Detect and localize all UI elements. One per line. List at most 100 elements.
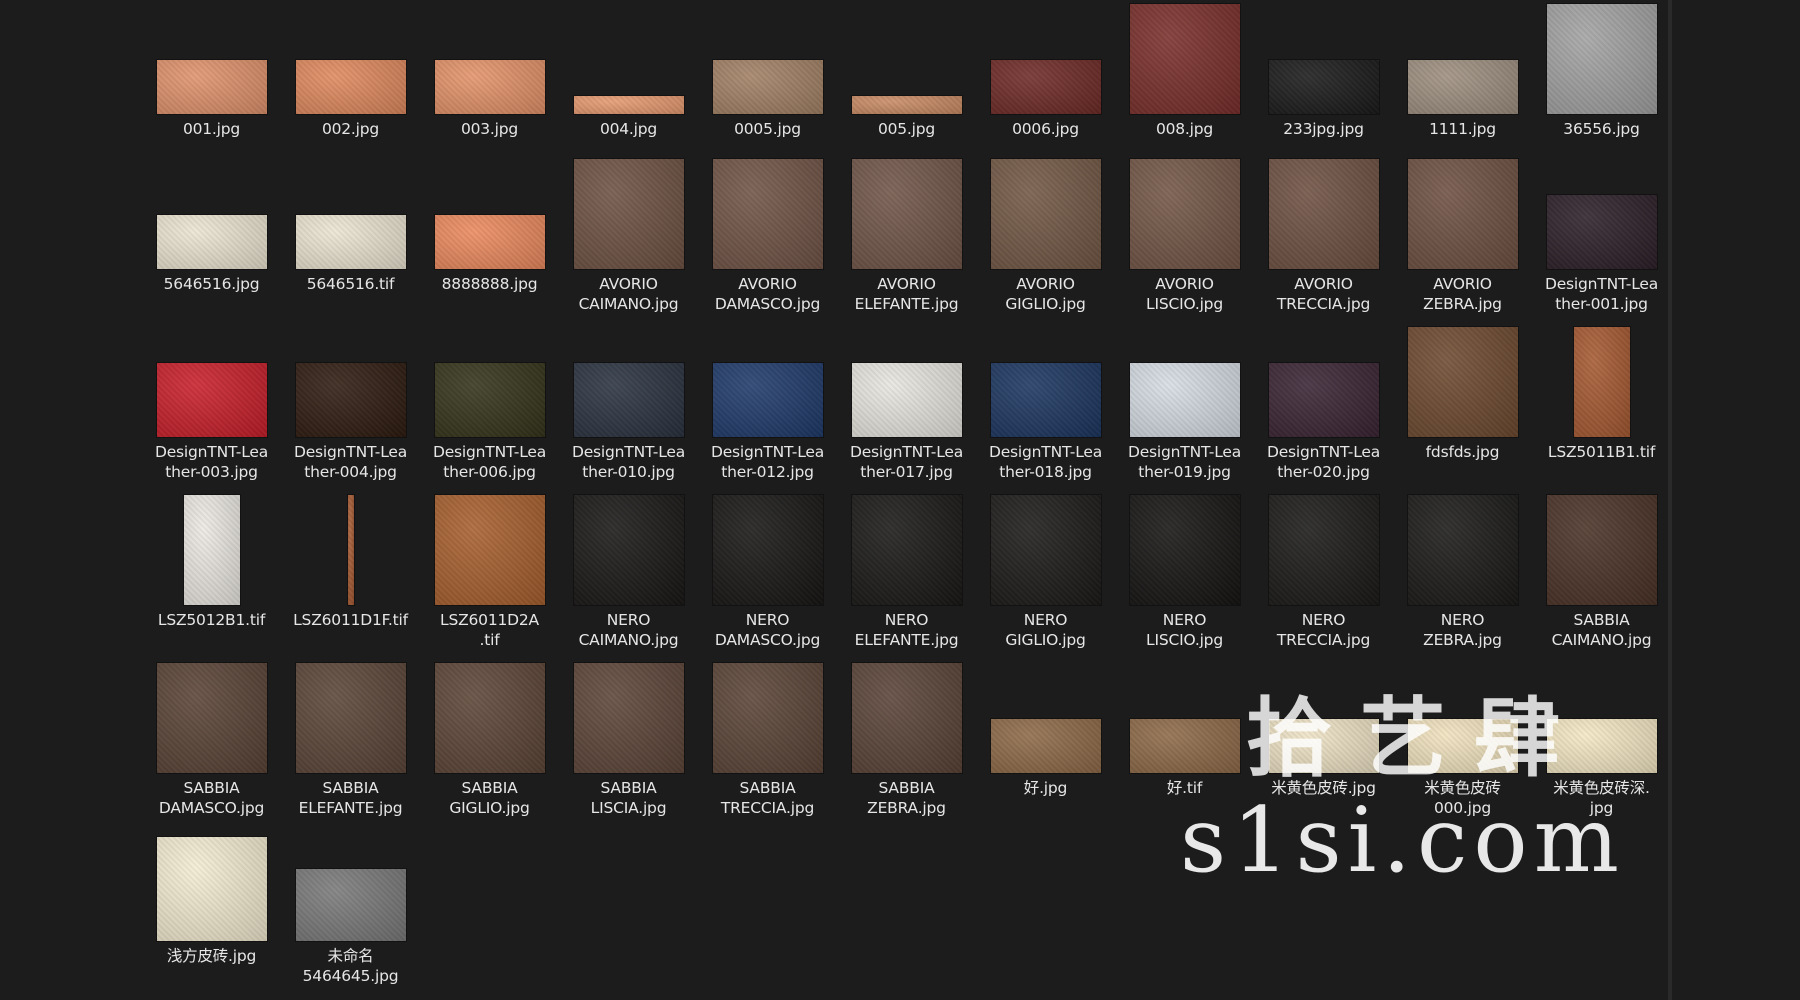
file-thumbnail (851, 495, 962, 605)
file-item[interactable]: 未命名 5464645.jpg (281, 827, 420, 986)
file-item[interactable]: DesignTNT-Lea ther-006.jpg (420, 323, 559, 482)
thumbnail-frame (420, 155, 559, 269)
file-item[interactable]: NERO TRECCIA.jpg (1254, 491, 1393, 650)
thumbnail-frame (1115, 155, 1254, 269)
thumbnail-frame (281, 659, 420, 773)
thumbnail-frame (1254, 659, 1393, 773)
file-item[interactable]: SABBIA ELEFANTE.jpg (281, 659, 420, 818)
thumbnail-frame (1115, 659, 1254, 773)
file-name-label: AVORIO ELEFANTE.jpg (854, 275, 959, 313)
file-name-label: 0005.jpg (734, 120, 801, 138)
file-item[interactable]: AVORIO GIGLIO.jpg (976, 155, 1115, 314)
file-thumbnail (1546, 4, 1657, 114)
file-item[interactable]: 好.jpg (976, 659, 1115, 798)
file-thumbnail (712, 495, 823, 605)
file-thumbnail (1407, 495, 1518, 605)
file-item[interactable]: NERO CAIMANO.jpg (559, 491, 698, 650)
file-item[interactable]: 5646516.jpg (142, 155, 281, 294)
file-item[interactable]: 003.jpg (420, 0, 559, 139)
file-item[interactable]: DesignTNT-Lea ther-019.jpg (1115, 323, 1254, 482)
thumbnail-frame (837, 659, 976, 773)
file-item[interactable]: NERO ZEBRA.jpg (1393, 491, 1532, 650)
file-thumbnail (156, 60, 267, 114)
file-item[interactable]: DesignTNT-Lea ther-010.jpg (559, 323, 698, 482)
file-item[interactable]: DesignTNT-Lea ther-003.jpg (142, 323, 281, 482)
file-item[interactable]: SABBIA TRECCIA.jpg (698, 659, 837, 818)
thumbnail-frame (976, 491, 1115, 605)
thumbnail-frame (1393, 323, 1532, 437)
file-item[interactable]: AVORIO DAMASCO.jpg (698, 155, 837, 314)
file-item[interactable]: SABBIA DAMASCO.jpg (142, 659, 281, 818)
file-item[interactable]: 0006.jpg (976, 0, 1115, 139)
file-thumbnail (295, 60, 406, 114)
thumbnail-frame (559, 0, 698, 114)
file-item[interactable]: 米黄色皮砖.jpg (1254, 659, 1393, 798)
file-thumbnail (1407, 60, 1518, 114)
file-item[interactable]: fdsfds.jpg (1393, 323, 1532, 462)
file-item[interactable]: NERO ELEFANTE.jpg (837, 491, 976, 650)
thumbnail-frame (976, 0, 1115, 114)
file-item[interactable]: DesignTNT-Lea ther-004.jpg (281, 323, 420, 482)
file-name-label: 好.tif (1166, 779, 1203, 797)
file-item[interactable]: SABBIA LISCIA.jpg (559, 659, 698, 818)
file-thumbnail (1573, 327, 1630, 437)
file-item[interactable]: 0005.jpg (698, 0, 837, 139)
file-item[interactable]: DesignTNT-Lea ther-001.jpg (1532, 155, 1671, 314)
file-item[interactable]: 米黄色皮砖深. jpg (1532, 659, 1671, 818)
file-item[interactable]: 002.jpg (281, 0, 420, 139)
file-item[interactable]: NERO DAMASCO.jpg (698, 491, 837, 650)
file-item[interactable]: DesignTNT-Lea ther-018.jpg (976, 323, 1115, 482)
file-thumbnail (712, 159, 823, 269)
file-item[interactable]: LSZ6011D2A .tif (420, 491, 559, 650)
thumbnail-frame (837, 0, 976, 114)
file-item[interactable]: 1111.jpg (1393, 0, 1532, 139)
file-thumbnail (183, 495, 240, 605)
file-name-label: 5646516.tif (306, 275, 395, 293)
file-item[interactable]: 001.jpg (142, 0, 281, 139)
file-item[interactable]: LSZ5011B1.tif (1532, 323, 1671, 462)
file-item[interactable]: AVORIO ELEFANTE.jpg (837, 155, 976, 314)
file-item[interactable]: NERO LISCIO.jpg (1115, 491, 1254, 650)
file-item[interactable]: LSZ6011D1F.tif (281, 491, 420, 630)
file-thumbnail (1268, 719, 1379, 773)
file-name-label: 浅方皮砖.jpg (166, 947, 257, 965)
file-name-label: 36556.jpg (1563, 120, 1640, 138)
thumbnail-frame (142, 827, 281, 941)
file-item[interactable]: LSZ5012B1.tif (142, 491, 281, 630)
file-item[interactable]: DesignTNT-Lea ther-020.jpg (1254, 323, 1393, 482)
file-item[interactable]: DesignTNT-Lea ther-017.jpg (837, 323, 976, 482)
file-item[interactable]: SABBIA GIGLIO.jpg (420, 659, 559, 818)
file-item[interactable]: 004.jpg (559, 0, 698, 139)
file-item[interactable]: 005.jpg (837, 0, 976, 139)
file-item[interactable]: DesignTNT-Lea ther-012.jpg (698, 323, 837, 482)
thumbnail-frame (142, 155, 281, 269)
file-item[interactable]: 008.jpg (1115, 0, 1254, 139)
file-item[interactable]: AVORIO LISCIO.jpg (1115, 155, 1254, 314)
file-item[interactable]: 米黄色皮砖 000.jpg (1393, 659, 1532, 818)
file-item[interactable]: SABBIA CAIMANO.jpg (1532, 491, 1671, 650)
file-item[interactable]: NERO GIGLIO.jpg (976, 491, 1115, 650)
file-name-label: LSZ6011D1F.tif (293, 611, 408, 629)
file-thumbnail (347, 495, 354, 605)
file-name-label: 8888888.jpg (441, 275, 538, 293)
file-name-label: NERO LISCIO.jpg (1146, 611, 1223, 649)
file-item[interactable]: 36556.jpg (1532, 0, 1671, 139)
file-name-label: NERO GIGLIO.jpg (1005, 611, 1086, 649)
file-item[interactable]: AVORIO ZEBRA.jpg (1393, 155, 1532, 314)
file-thumbnail (434, 663, 545, 773)
file-item[interactable]: 浅方皮砖.jpg (142, 827, 281, 966)
file-thumbnail (156, 837, 267, 941)
thumbnail-frame (420, 659, 559, 773)
file-item[interactable]: 5646516.tif (281, 155, 420, 294)
file-item[interactable]: SABBIA ZEBRA.jpg (837, 659, 976, 818)
file-item[interactable]: AVORIO TRECCIA.jpg (1254, 155, 1393, 314)
file-name-label: DesignTNT-Lea ther-019.jpg (1127, 443, 1241, 481)
file-thumbnail (573, 96, 684, 114)
scrollbar[interactable] (1668, 0, 1672, 1000)
file-thumbnail (712, 663, 823, 773)
thumbnail-frame (281, 155, 420, 269)
file-item[interactable]: 8888888.jpg (420, 155, 559, 294)
file-item[interactable]: 好.tif (1115, 659, 1254, 798)
file-item[interactable]: AVORIO CAIMANO.jpg (559, 155, 698, 314)
file-item[interactable]: 233jpg.jpg (1254, 0, 1393, 139)
